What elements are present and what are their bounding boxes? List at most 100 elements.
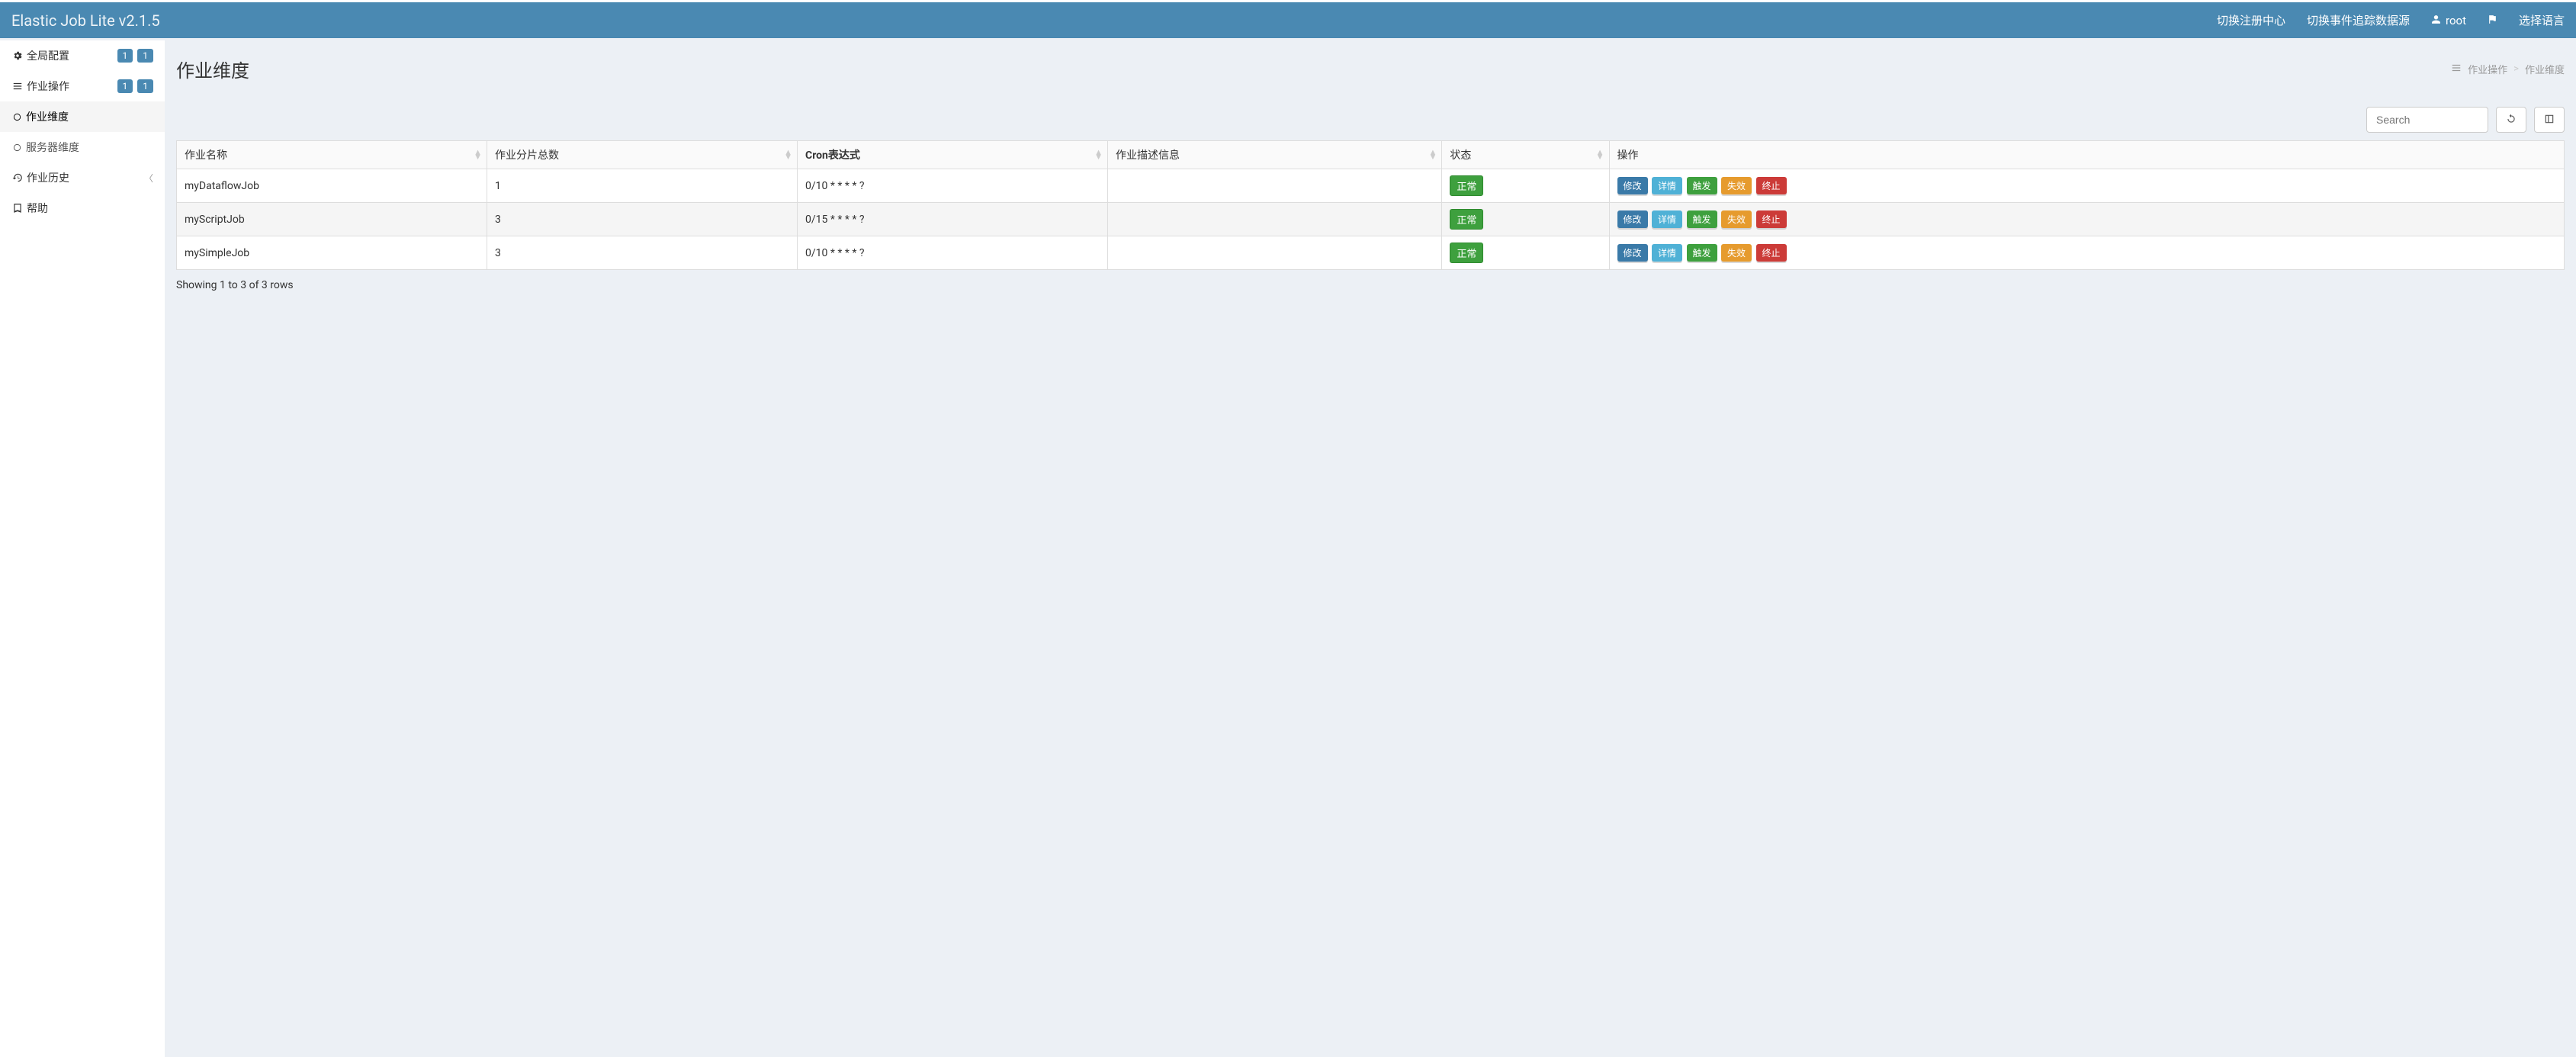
cell-shards: 3 — [487, 236, 798, 270]
status-badge: 正常 — [1450, 209, 1483, 230]
sort-icon: ▲▼ — [784, 150, 792, 159]
sidebar-item-label: 帮助 — [27, 201, 153, 216]
detail-button[interactable]: 详情 — [1652, 244, 1682, 262]
sort-icon: ▲▼ — [474, 150, 482, 159]
cell-cron: 0/10 * * * * ? — [798, 169, 1108, 203]
col-label: 作业名称 — [185, 149, 227, 162]
trigger-button[interactable]: 触发 — [1687, 210, 1717, 228]
cell-job-name: myScriptJob — [177, 203, 487, 236]
cell-cron: 0/10 * * * * ? — [798, 236, 1108, 270]
status-badge: 正常 — [1450, 175, 1483, 196]
breadcrumb-item: 作业维度 — [2525, 62, 2565, 76]
badge: 1 — [137, 79, 153, 93]
list-icon — [11, 81, 24, 92]
col-cron[interactable]: Cron表达式 ▲▼ — [798, 141, 1108, 169]
col-shards[interactable]: 作业分片总数▲▼ — [487, 141, 798, 169]
shutdown-button[interactable]: 终止 — [1756, 177, 1787, 194]
sidebar-item-help[interactable]: 帮助 — [0, 193, 165, 223]
sidebar-item-job-ops[interactable]: 作业操作 1 1 — [0, 71, 165, 101]
sidebar-item-label: 全局配置 — [27, 48, 117, 63]
content-header: 作业维度 作业操作 > 作业维度 — [176, 52, 2565, 92]
disable-button[interactable]: 失效 — [1721, 177, 1752, 194]
cell-actions: 修改 详情 触发 失效 终止 — [1609, 203, 2564, 236]
cell-cron: 0/15 * * * * ? — [798, 203, 1108, 236]
circle-icon — [11, 113, 23, 121]
sidebar-item-job-history[interactable]: 作业历史 〈 — [0, 162, 165, 193]
edit-button[interactable]: 修改 — [1617, 210, 1648, 228]
col-status[interactable]: 状态 ▲▼ — [1442, 141, 1609, 169]
shutdown-button[interactable]: 终止 — [1756, 210, 1787, 228]
cell-status: 正常 — [1442, 203, 1609, 236]
shutdown-button[interactable]: 终止 — [1756, 244, 1787, 262]
cell-desc — [1108, 203, 1442, 236]
badge-group: 1 1 — [117, 79, 154, 93]
trigger-button[interactable]: 触发 — [1687, 177, 1717, 194]
columns-icon — [2544, 114, 2555, 127]
cell-shards: 3 — [487, 203, 798, 236]
navbar: Elastic Job Lite v2.1.5 切换注册中心 切换事件追踪数据源… — [0, 0, 2576, 38]
table-header-row: 作业名称▲▼ 作业分片总数▲▼ Cron表达式▲▼ 作业描述信息▲▼ 状态▲▼ … — [177, 141, 2565, 169]
cell-status: 正常 — [1442, 236, 1609, 270]
nav-user[interactable]: root — [2431, 14, 2466, 27]
detail-button[interactable]: 详情 — [1652, 177, 1682, 194]
cell-desc — [1108, 169, 1442, 203]
sidebar-item-job-dimension[interactable]: 作业维度 — [0, 101, 165, 132]
sort-icon: ▲▼ — [1094, 150, 1103, 159]
sidebar-item-label: 作业维度 — [26, 109, 153, 124]
refresh-button[interactable] — [2496, 107, 2526, 133]
search-input[interactable] — [2366, 107, 2488, 133]
status-badge: 正常 — [1450, 243, 1483, 263]
columns-button[interactable] — [2534, 107, 2565, 133]
circle-icon — [11, 143, 23, 152]
table-footer: Showing 1 to 3 of 3 rows — [176, 279, 2565, 291]
breadcrumb: 作业操作 > 作业维度 — [2451, 62, 2565, 76]
cell-job-name: mySimpleJob — [177, 236, 487, 270]
cell-actions: 修改 详情 触发 失效 终止 — [1609, 236, 2564, 270]
list-icon — [2451, 63, 2462, 76]
disable-button[interactable]: 失效 — [1721, 210, 1752, 228]
sort-icon: ▲▼ — [1596, 150, 1604, 159]
badge: 1 — [117, 79, 133, 93]
edit-button[interactable]: 修改 — [1617, 177, 1648, 194]
table-row: mySimpleJob 3 0/10 * * * * ? 正常 修改 详情 触发… — [177, 236, 2565, 270]
nav-user-label: root — [2446, 14, 2466, 27]
book-icon — [11, 203, 24, 214]
badge: 1 — [117, 49, 133, 63]
user-icon — [2431, 14, 2441, 27]
cell-actions: 修改 详情 触发 失效 终止 — [1609, 169, 2564, 203]
col-label: Cron表达式 — [805, 149, 860, 162]
col-actions: 操作 — [1609, 141, 2564, 169]
col-desc[interactable]: 作业描述信息▲▼ — [1108, 141, 1442, 169]
sort-icon: ▲▼ — [1428, 150, 1437, 159]
navbar-right: 切换注册中心 切换事件追踪数据源 root 选择语言 — [2217, 12, 2565, 28]
flag-icon — [2488, 14, 2497, 27]
sidebar-item-server-dimension[interactable]: 服务器维度 — [0, 132, 165, 162]
col-job-name[interactable]: 作业名称 ▲▼ — [177, 141, 487, 169]
table-row: myScriptJob 3 0/15 * * * * ? 正常 修改 详情 触发… — [177, 203, 2565, 236]
chevron-left-icon: 〈 — [144, 172, 153, 185]
badge-group: 1 1 — [117, 49, 154, 63]
nav-switch-event-trace[interactable]: 切换事件追踪数据源 — [2307, 12, 2410, 28]
brand-title[interactable]: Elastic Job Lite v2.1.5 — [11, 11, 160, 30]
gears-icon — [11, 50, 24, 61]
trigger-button[interactable]: 触发 — [1687, 244, 1717, 262]
history-icon — [11, 172, 24, 183]
badge: 1 — [137, 49, 153, 63]
sidebar-item-global-config[interactable]: 全局配置 1 1 — [0, 40, 165, 71]
edit-button[interactable]: 修改 — [1617, 244, 1648, 262]
cell-shards: 1 — [487, 169, 798, 203]
nav-switch-registry[interactable]: 切换注册中心 — [2217, 12, 2285, 28]
sidebar-item-label: 作业历史 — [27, 170, 144, 185]
col-label: 状态 — [1450, 149, 1471, 162]
refresh-icon — [2506, 114, 2517, 127]
sidebar-item-label: 作业操作 — [27, 79, 117, 94]
content: 作业维度 作业操作 > 作业维度 作业名称 ▲▼ 作业分片总数▲▼ Cron表达式… — [165, 40, 2576, 1057]
disable-button[interactable]: 失效 — [1721, 244, 1752, 262]
nav-select-language[interactable]: 选择语言 — [2519, 12, 2565, 28]
breadcrumb-separator: > — [2513, 63, 2519, 75]
nav-flag[interactable] — [2488, 14, 2497, 27]
detail-button[interactable]: 详情 — [1652, 210, 1682, 228]
cell-desc — [1108, 236, 1442, 270]
breadcrumb-item[interactable]: 作业操作 — [2468, 62, 2507, 76]
sidebar: 全局配置 1 1 作业操作 1 1 作业维度 服务器维度 作业历史 〈 — [0, 40, 165, 1057]
